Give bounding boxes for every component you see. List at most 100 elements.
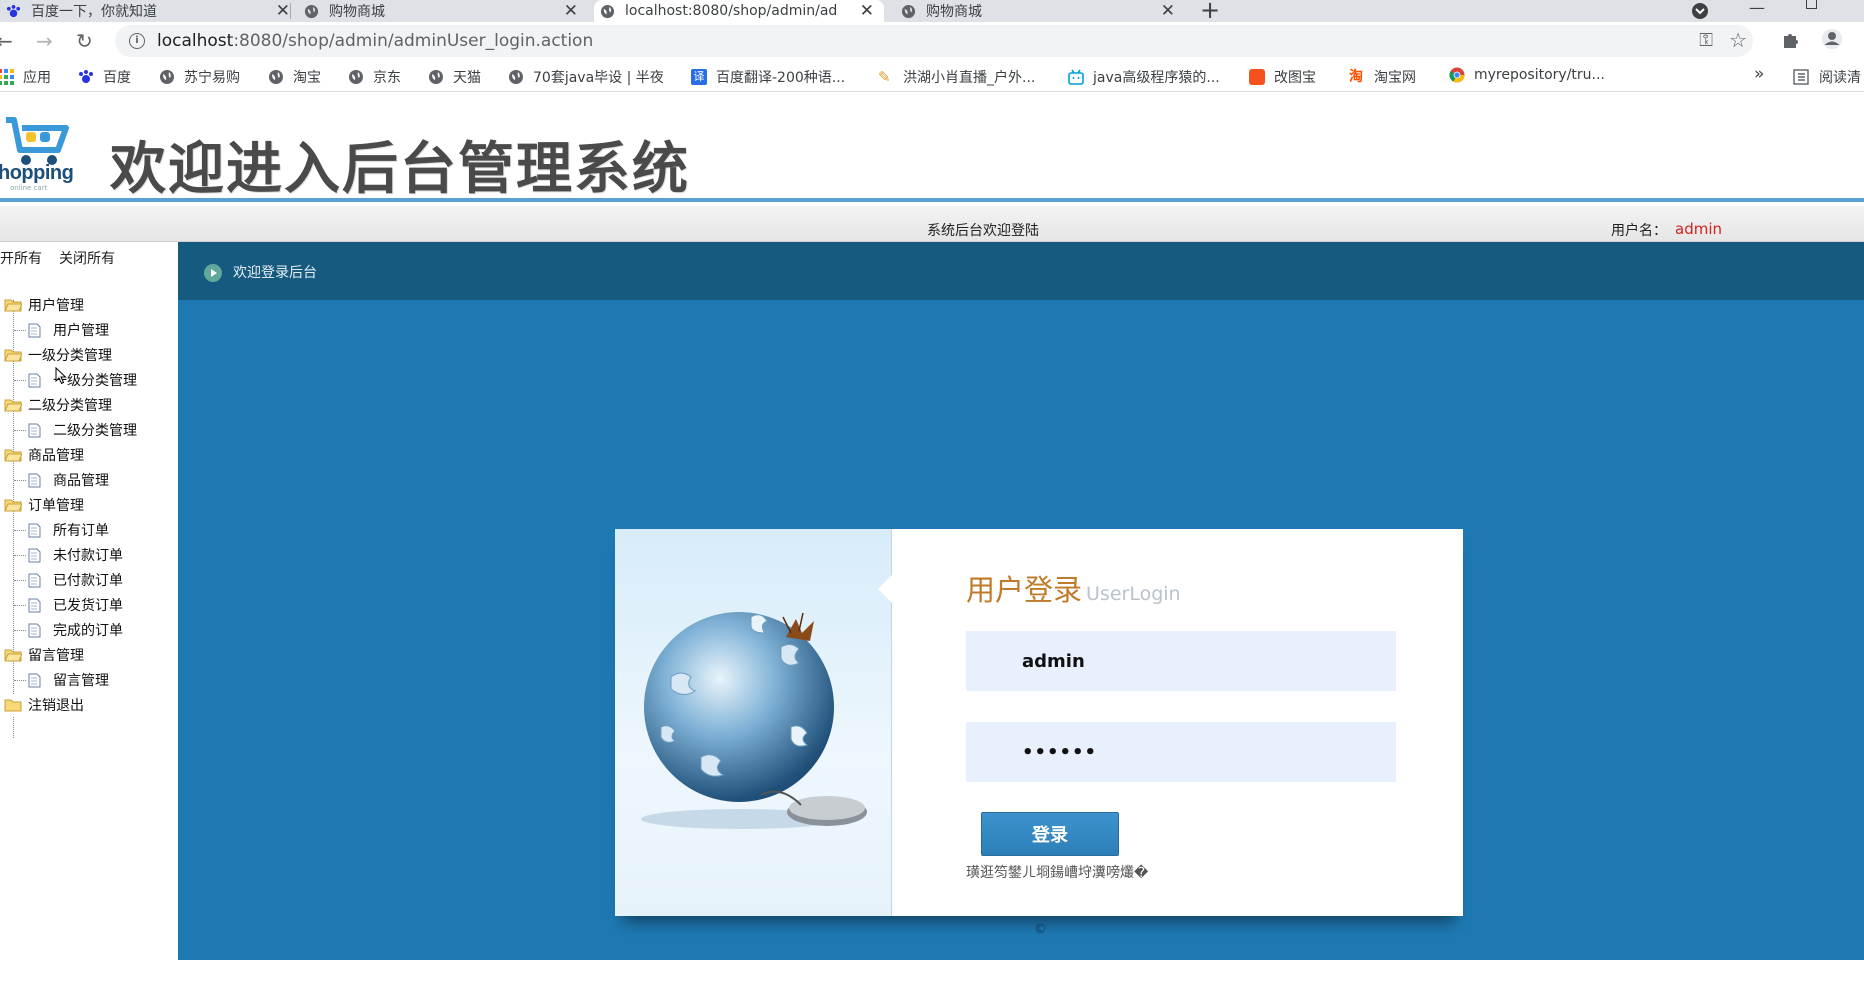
tree-item-label: 已付款订单 <box>53 573 123 589</box>
tree-item-unpaid-orders[interactable]: 未付款订单 <box>14 544 123 566</box>
tree-item-label: 商品管理 <box>53 473 109 489</box>
tab-close-icon[interactable]: ✕ <box>860 1 874 21</box>
password-input[interactable] <box>966 722 1396 782</box>
tree-item-message-manage[interactable]: 留言管理 <box>14 669 109 691</box>
tree-connector <box>14 555 26 556</box>
expand-all-link[interactable]: 开所有 <box>0 248 42 268</box>
bookmark-label: 苏宁易购 <box>184 70 240 86</box>
document-icon <box>28 623 41 637</box>
login-panel: 用户登录UserLogin 登录 璜逛笉鐢ㄦ埛鍚嶆垨瀵嗙爜� <box>615 529 1463 916</box>
back-icon[interactable]: ← <box>0 29 13 53</box>
site-info-icon[interactable]: i <box>129 33 145 49</box>
bookmark-jd[interactable]: 京东 <box>348 67 401 87</box>
login-title-en: UserLogin <box>1086 583 1181 605</box>
tree-group-label: 商品管理 <box>28 448 84 464</box>
tree-group-message[interactable]: 留言管理 <box>4 644 84 666</box>
tree-group-user[interactable]: 用户管理 <box>4 294 84 316</box>
document-icon <box>28 573 41 587</box>
bookmark-taobao-net[interactable]: 淘 淘宝网 <box>1349 67 1416 87</box>
tree-group-order[interactable]: 订单管理 <box>4 494 84 516</box>
tree-connector <box>14 330 26 331</box>
bookmark-apps[interactable]: 应用 <box>0 67 51 87</box>
tree-item-label: 完成的订单 <box>53 623 123 639</box>
browser-tab-shop-1[interactable]: 购物商城 ✕ <box>298 0 588 22</box>
tab-close-icon[interactable]: ✕ <box>1161 1 1175 21</box>
folder-open-icon <box>4 299 22 312</box>
login-button[interactable]: 登录 <box>981 812 1119 856</box>
content-breadcrumb-bar: 欢迎登录后台 <box>178 242 1864 300</box>
restore-icon[interactable] <box>1806 0 1817 9</box>
bookmark-tmall[interactable]: 天猫 <box>428 67 481 87</box>
forward-icon[interactable]: → <box>36 29 53 53</box>
tree-item-label: 已发货订单 <box>53 598 123 614</box>
tree-item-product-manage[interactable]: 商品管理 <box>14 469 109 491</box>
bookmark-hubei-live[interactable]: ✎ 洪湖小肖直播_户外... <box>878 67 1035 87</box>
tab-title: localhost:8080/shop/admin/ad <box>625 3 838 19</box>
document-icon <box>28 473 41 487</box>
tree-item-category-2-manage[interactable]: 二级分类管理 <box>14 419 137 441</box>
profile-avatar-icon[interactable] <box>1821 28 1843 50</box>
taobao-icon: 淘 <box>1349 69 1363 85</box>
bookmark-java-projects[interactable]: 70套java毕设 | 半夜 <box>508 67 664 87</box>
url-host: localhost <box>157 31 234 51</box>
login-error-message: 璜逛笉鐢ㄦ埛鍚嶆垨瀵嗙爜� <box>966 865 1149 881</box>
tree-group-product[interactable]: 商品管理 <box>4 444 84 466</box>
tree-item-label: 二级分类管理 <box>53 423 137 439</box>
bookmark-myrepository[interactable]: myrepository/tru... <box>1449 67 1605 83</box>
tree-item-label: 未付款订单 <box>53 548 123 564</box>
collapse-all-link[interactable]: 关闭所有 <box>59 248 115 268</box>
browser-tab-admin-active[interactable]: localhost:8080/shop/admin/ad ✕ <box>594 0 884 22</box>
tree-item-label: 留言管理 <box>53 673 109 689</box>
tab-close-icon[interactable]: ✕ <box>276 1 290 21</box>
key-icon[interactable]: ⚿ <box>1699 30 1713 51</box>
address-bar[interactable]: i localhost:8080/shop/admin/adminUser_lo… <box>115 25 1753 57</box>
tree-item-completed-orders[interactable]: 完成的订单 <box>14 619 123 641</box>
username-input[interactable] <box>966 631 1396 691</box>
username-value: admin <box>1675 220 1722 238</box>
reload-icon[interactable]: ↻ <box>76 29 93 53</box>
tab-search-icon[interactable] <box>1691 2 1709 20</box>
admin-status-bar: 系统后台欢迎登陆 用户名： admin <box>0 206 1864 242</box>
minimize-icon[interactable]: — <box>1749 0 1765 17</box>
login-title: 用户登录 UserLogin <box>966 567 1181 609</box>
bookmark-bilibili[interactable]: java高级程序猿的... <box>1068 67 1220 87</box>
bookmarks-overflow-button[interactable]: » <box>1754 64 1764 84</box>
folder-open-icon <box>4 649 22 662</box>
bookmark-gaitubao[interactable]: 改图宝 <box>1249 67 1316 87</box>
bookmark-label: 70套java毕设 | 半夜 <box>533 70 664 86</box>
bookmark-label: myrepository/tru... <box>1474 67 1605 83</box>
globe-icon <box>429 70 443 84</box>
browser-tab-baidu[interactable]: 百度一下，你就知道 ✕ <box>0 0 300 22</box>
bookmark-taobao[interactable]: 淘宝 <box>268 67 321 87</box>
tree-item-paid-orders[interactable]: 已付款订单 <box>14 569 123 591</box>
bookmarks-bar: 应用 百度 苏宁易购 淘宝 京东 天猫 70套java毕设 | 半夜 译 百度翻 <box>0 60 1864 92</box>
bookmark-suning[interactable]: 苏宁易购 <box>159 67 240 87</box>
welcome-text: 系统后台欢迎登陆 <box>927 223 1039 239</box>
reading-list-button[interactable]: 阅读清 <box>1793 67 1861 87</box>
sidebar-tree-menu: 开所有 关闭所有 用户管理 用户管理 一级分类管理 一级分类管理 二级分类管理 <box>0 242 178 962</box>
tree-group-category-2[interactable]: 二级分类管理 <box>4 394 112 416</box>
extensions-puzzle-icon[interactable] <box>1781 30 1801 50</box>
logo-subtext: online cart <box>10 184 48 192</box>
tab-close-icon[interactable]: ✕ <box>564 1 578 21</box>
url-text[interactable]: localhost:8080/shop/admin/adminUser_logi… <box>157 31 593 51</box>
tree-item-category-1-manage[interactable]: 一级分类管理 <box>14 369 137 391</box>
tree-group-label: 注销退出 <box>28 698 84 714</box>
tree-group-label: 用户管理 <box>28 298 84 314</box>
bookmark-star-icon[interactable]: ☆ <box>1729 28 1747 52</box>
gaitubao-icon <box>1249 69 1265 85</box>
tree-group-category-1[interactable]: 一级分类管理 <box>4 344 112 366</box>
new-tab-button[interactable]: + <box>1200 0 1220 24</box>
browser-tab-shop-2[interactable]: 购物商城 ✕ <box>895 0 1185 22</box>
login-title-cn: 用户登录 <box>966 573 1083 607</box>
globe-icon <box>600 4 615 18</box>
tree-group-logout[interactable]: 注销退出 <box>4 694 84 716</box>
tree-item-shipped-orders[interactable]: 已发货订单 <box>14 594 123 616</box>
site-header: hopping online cart 欢迎进入后台管理系统 <box>0 112 1864 202</box>
bookmark-baidu-translate[interactable]: 译 百度翻译-200种语... <box>691 67 845 87</box>
tree-item-all-orders[interactable]: 所有订单 <box>14 519 109 541</box>
bookmark-baidu[interactable]: 百度 <box>78 67 131 87</box>
bookmark-label: 百度 <box>103 70 131 86</box>
tree-item-user-manage[interactable]: 用户管理 <box>14 319 109 341</box>
url-path: :8080/shop/admin/adminUser_login.action <box>233 31 594 51</box>
